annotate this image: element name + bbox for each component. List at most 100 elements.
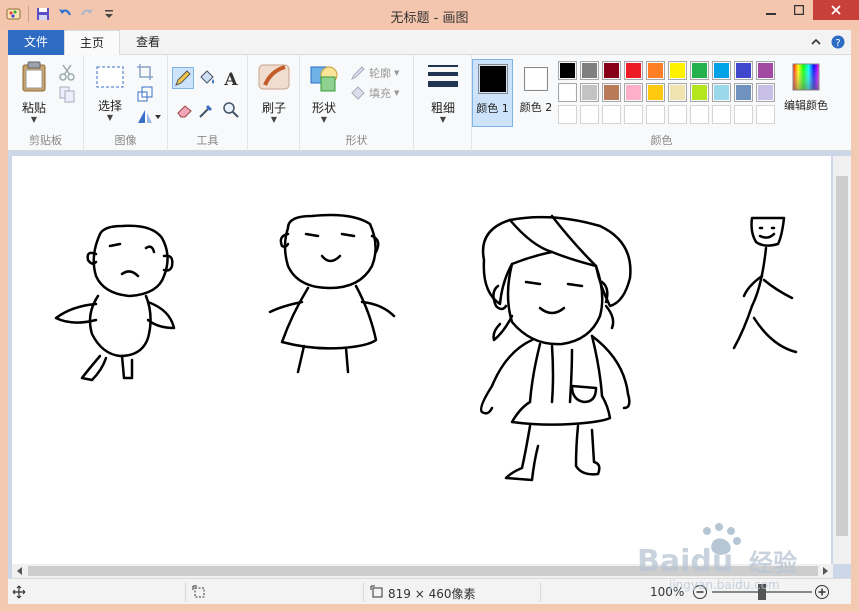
brushes-button[interactable]: 刷子 ▼ [254, 61, 294, 124]
canvas-drawing [54, 213, 798, 482]
vertical-scrollbar[interactable] [833, 156, 851, 564]
pencil-tool-active[interactable] [172, 67, 194, 89]
color-swatch[interactable] [756, 61, 775, 80]
color-swatch[interactable] [734, 61, 753, 80]
outline-label: 轮廓 [369, 67, 391, 80]
copy-icon[interactable] [58, 85, 76, 103]
drawing-canvas[interactable] [12, 156, 831, 564]
maximize-button[interactable] [785, 0, 813, 20]
brush-icon [258, 64, 290, 90]
color-swatch-fill [604, 63, 619, 78]
drawing-figure-4 [732, 216, 798, 354]
custom-color-slot[interactable] [734, 105, 753, 124]
color-swatch[interactable] [624, 83, 643, 102]
shapes-label: 形状 [311, 101, 336, 115]
paste-button[interactable]: 粘贴 ▼ [16, 61, 52, 124]
color-swatch[interactable] [624, 61, 643, 80]
cut-icon[interactable] [58, 63, 76, 81]
color-swatch[interactable] [602, 83, 621, 102]
scroll-left-icon[interactable] [15, 566, 25, 576]
color-swatch-fill [560, 63, 575, 78]
shapes-group-label: 形状 [345, 134, 368, 147]
color-swatch[interactable] [734, 83, 753, 102]
crop-icon[interactable] [136, 63, 154, 81]
minimize-button[interactable] [757, 0, 785, 20]
custom-color-slot[interactable] [558, 105, 577, 124]
color2-button[interactable]: 颜色 2 [516, 59, 556, 127]
color-swatch-fill [714, 85, 729, 100]
color-swatch[interactable] [580, 83, 599, 102]
select-button[interactable]: 选择 ▼ [92, 61, 128, 122]
custom-color-slot[interactable] [668, 105, 687, 124]
tab-home[interactable]: 主页 [64, 30, 120, 56]
fill-button[interactable]: 填充 ▼ [350, 85, 399, 101]
magnifier-icon[interactable] [222, 101, 240, 119]
color-swatch[interactable] [558, 83, 577, 102]
color-swatch-fill [736, 63, 751, 78]
paste-dropdown-icon[interactable]: ▼ [16, 116, 52, 124]
color1-button[interactable]: 颜色 1 [472, 59, 513, 127]
tab-file[interactable]: 文件 [8, 30, 64, 55]
text-tool-icon[interactable]: A [222, 69, 240, 87]
tab-view[interactable]: 查看 [120, 30, 176, 55]
color-swatch[interactable] [690, 61, 709, 80]
color-swatch-fill [604, 85, 619, 100]
rotate-icon[interactable] [136, 107, 162, 125]
edit-colors-label: 编辑颜色 [784, 99, 828, 112]
scroll-right-icon[interactable] [820, 566, 830, 576]
color-swatch-fill [714, 63, 729, 78]
custom-color-slot[interactable] [624, 105, 643, 124]
outline-button[interactable]: 轮廓 ▼ [350, 65, 399, 81]
select-label: 选择 [97, 99, 122, 113]
color-swatch-fill [648, 63, 663, 78]
eraser-icon[interactable] [176, 101, 194, 119]
color-swatch-fill [670, 85, 685, 100]
help-icon[interactable]: ? [831, 35, 845, 49]
select-dropdown-icon[interactable]: ▼ [92, 114, 128, 122]
window-title: 无标题 - 画图 [390, 11, 469, 26]
color-swatch[interactable] [668, 83, 687, 102]
shapes-button[interactable]: 形状 ▼ [304, 61, 344, 124]
window-controls [757, 0, 859, 20]
fill-label: 填充 [369, 87, 391, 100]
color-swatch[interactable] [712, 83, 731, 102]
color-swatch[interactable] [668, 61, 687, 80]
vertical-scroll-thumb[interactable] [836, 176, 848, 536]
custom-color-slot[interactable] [646, 105, 665, 124]
custom-color-slot[interactable] [580, 105, 599, 124]
color-swatch[interactable] [580, 61, 599, 80]
color-swatch-fill [692, 63, 707, 78]
brushes-dropdown-icon[interactable]: ▼ [254, 116, 294, 124]
group-shapes: 形状 ▼ 轮廓 ▼ 填充 ▼ 形状 [300, 55, 414, 151]
minimize-ribbon-icon[interactable] [809, 35, 823, 49]
resize-icon[interactable] [136, 85, 154, 103]
color-swatch[interactable] [646, 61, 665, 80]
maximize-icon [794, 5, 804, 15]
color-swatch[interactable] [690, 83, 709, 102]
color-palette [558, 55, 788, 131]
color-swatch[interactable] [558, 61, 577, 80]
fill-shape-icon [351, 86, 365, 100]
edit-colors-button[interactable]: 编辑颜色 [778, 63, 834, 113]
outline-dropdown-icon: ▼ [394, 69, 400, 77]
color-swatch[interactable] [756, 83, 775, 102]
custom-color-slot[interactable] [602, 105, 621, 124]
color-swatch[interactable] [646, 83, 665, 102]
color-swatch[interactable] [602, 61, 621, 80]
size-dropdown-icon[interactable]: ▼ [422, 116, 464, 124]
custom-color-slot[interactable] [690, 105, 709, 124]
ribbon-tab-row: 文件 主页 查看 ? [8, 30, 851, 56]
size-button[interactable]: 粗细 ▼ [422, 61, 464, 124]
custom-color-slot[interactable] [712, 105, 731, 124]
selection-size-icon [192, 585, 205, 598]
color-swatch[interactable] [712, 61, 731, 80]
baidu-logo-icon: Baidu 经验 jingyan.baidu.com [637, 523, 797, 592]
color-picker-icon[interactable] [198, 101, 216, 119]
color-swatch-fill [648, 85, 663, 100]
fill-bucket-icon[interactable] [198, 69, 216, 87]
select-rectangle-icon [96, 66, 124, 88]
shapes-dropdown-icon[interactable]: ▼ [304, 116, 344, 124]
status-separator [540, 582, 541, 602]
close-button[interactable] [813, 0, 859, 20]
custom-color-slot[interactable] [756, 105, 775, 124]
